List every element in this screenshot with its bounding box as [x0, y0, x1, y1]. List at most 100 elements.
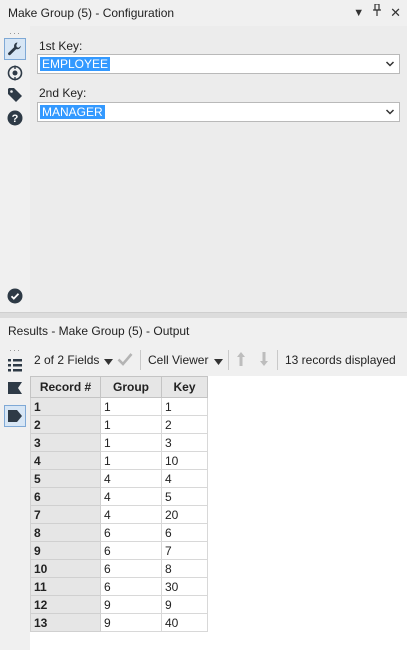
- record-number-cell[interactable]: 9: [30, 541, 101, 560]
- table-row[interactable]: 544: [30, 469, 208, 488]
- key2-value: MANAGER: [40, 105, 105, 119]
- record-number-cell[interactable]: 4: [30, 451, 101, 470]
- group-cell[interactable]: 4: [100, 487, 162, 506]
- group-cell[interactable]: 9: [100, 595, 162, 614]
- group-cell[interactable]: 6: [100, 559, 162, 578]
- record-number-cell[interactable]: 13: [30, 613, 101, 632]
- chevron-down-icon[interactable]: [385, 58, 395, 72]
- toolbar-separator: [277, 350, 278, 370]
- results-title-bar: Results - Make Group (5) - Output: [0, 318, 407, 344]
- config-tool-sidebar: ··· ?: [0, 26, 30, 312]
- key1-dropdown[interactable]: EMPLOYEE: [37, 54, 400, 74]
- record-number-cell[interactable]: 7: [30, 505, 101, 524]
- key2-label: 2nd Key:: [39, 86, 87, 100]
- key-cell[interactable]: 5: [161, 487, 208, 506]
- table-row[interactable]: 111: [30, 397, 208, 416]
- chevron-down-icon[interactable]: [385, 106, 395, 120]
- dropdown-arrow-icon[interactable]: ▼: [353, 0, 364, 26]
- results-panel-title: Results - Make Group (5) - Output: [8, 324, 190, 338]
- record-number-cell[interactable]: 6: [30, 487, 101, 506]
- fields-selector[interactable]: 2 of 2 Fields: [34, 353, 99, 367]
- key-cell[interactable]: 20: [161, 505, 208, 524]
- config-title-bar: Make Group (5) - Configuration ▼ ✕: [0, 0, 407, 26]
- group-cell[interactable]: 1: [100, 433, 162, 452]
- results-toolbar: 2 of 2 Fields Cell Viewer 13 records dis…: [30, 346, 407, 374]
- target-icon[interactable]: [4, 62, 26, 84]
- chevron-down-icon[interactable]: [214, 355, 223, 369]
- list-icon[interactable]: [4, 354, 26, 376]
- chevron-down-icon[interactable]: [104, 355, 113, 369]
- group-cell[interactable]: 1: [100, 397, 162, 416]
- key-cell[interactable]: 30: [161, 577, 208, 596]
- column-header-group[interactable]: Group: [100, 376, 162, 398]
- flag-icon[interactable]: [4, 377, 26, 399]
- close-icon[interactable]: ✕: [390, 0, 401, 26]
- key-cell[interactable]: 8: [161, 559, 208, 578]
- group-cell[interactable]: 4: [100, 469, 162, 488]
- key-cell[interactable]: 6: [161, 523, 208, 542]
- key1-label: 1st Key:: [39, 39, 83, 53]
- results-grid[interactable]: Record # Group Key 1 1 1 2 1 2 3 1 3 4 1 10 5 4 4 6 4 5 7 4…: [30, 376, 407, 650]
- table-row[interactable]: 4 1 10: [30, 451, 208, 470]
- group-cell[interactable]: 4: [100, 505, 162, 524]
- group-cell[interactable]: 6: [100, 577, 162, 596]
- group-cell[interactable]: 1: [100, 415, 162, 434]
- record-number-cell[interactable]: 3: [30, 433, 101, 452]
- toolbar-separator: [228, 350, 229, 370]
- tag-dark-icon[interactable]: [4, 405, 26, 427]
- table-header-row: Record # Group Key: [30, 376, 208, 398]
- table-row[interactable]: 7 4 20: [30, 505, 208, 524]
- tag-icon[interactable]: [4, 84, 26, 106]
- table-row[interactable]: 967: [30, 541, 208, 560]
- wrench-icon[interactable]: [4, 38, 26, 60]
- group-cell[interactable]: 6: [100, 523, 162, 542]
- key-cell[interactable]: 2: [161, 415, 208, 434]
- table-row[interactable]: 313: [30, 433, 208, 452]
- table-row[interactable]: 866: [30, 523, 208, 542]
- record-number-cell[interactable]: 5: [30, 469, 101, 488]
- key2-dropdown[interactable]: MANAGER: [37, 102, 400, 122]
- key-cell[interactable]: 10: [161, 451, 208, 470]
- checkmark-icon[interactable]: [117, 352, 133, 369]
- group-cell[interactable]: 1: [100, 451, 162, 470]
- column-header-record[interactable]: Record #: [30, 376, 101, 398]
- table-row[interactable]: 13 9 40: [30, 613, 208, 632]
- arrow-down-icon[interactable]: [259, 351, 269, 370]
- help-icon[interactable]: ?: [4, 107, 26, 129]
- svg-text:?: ?: [12, 113, 19, 125]
- arrow-up-icon[interactable]: [236, 351, 246, 370]
- key-cell[interactable]: 7: [161, 541, 208, 560]
- table-body: 1 1 1 2 1 2 3 1 3 4 1 10 5 4 4 6 4 5 7 4 20 8 6 6 9 6 7 10 6 8 11 6 30 12…: [30, 397, 208, 632]
- group-cell[interactable]: 6: [100, 541, 162, 560]
- record-number-cell[interactable]: 12: [30, 595, 101, 614]
- config-area: 1st Key: EMPLOYEE 2nd Key: MANAGER: [30, 26, 407, 312]
- check-circle-icon[interactable]: [4, 285, 26, 307]
- viewer-selector[interactable]: Cell Viewer: [148, 353, 208, 367]
- toolbar-separator: [140, 350, 141, 370]
- group-cell[interactable]: 9: [100, 613, 162, 632]
- record-number-cell[interactable]: 1: [30, 397, 101, 416]
- grip-dots[interactable]: ···: [9, 346, 21, 355]
- table-row[interactable]: 11 6 30: [30, 577, 208, 596]
- pin-icon[interactable]: [372, 0, 382, 26]
- record-number-cell[interactable]: 11: [30, 577, 101, 596]
- table-row[interactable]: 645: [30, 487, 208, 506]
- config-panel-title: Make Group (5) - Configuration: [8, 6, 175, 20]
- record-number-cell[interactable]: 10: [30, 559, 101, 578]
- key-cell[interactable]: 3: [161, 433, 208, 452]
- results-table: Record # Group Key 1 1 1 2 1 2 3 1 3 4 1 10 5 4 4 6 4 5 7 4…: [30, 376, 208, 632]
- table-row[interactable]: 212: [30, 415, 208, 434]
- key1-value: EMPLOYEE: [40, 57, 111, 71]
- record-number-cell[interactable]: 8: [30, 523, 101, 542]
- key-cell[interactable]: 1: [161, 397, 208, 416]
- key-cell[interactable]: 40: [161, 613, 208, 632]
- table-row[interactable]: 10 6 8: [30, 559, 208, 578]
- grip-dots[interactable]: ···: [9, 29, 21, 38]
- record-number-cell[interactable]: 2: [30, 415, 101, 434]
- key-cell[interactable]: 4: [161, 469, 208, 488]
- records-status: 13 records displayed: [285, 353, 396, 367]
- table-row[interactable]: 12 9 9: [30, 595, 208, 614]
- column-header-key[interactable]: Key: [161, 376, 208, 398]
- results-tool-sidebar: ···: [0, 344, 30, 650]
- key-cell[interactable]: 9: [161, 595, 208, 614]
